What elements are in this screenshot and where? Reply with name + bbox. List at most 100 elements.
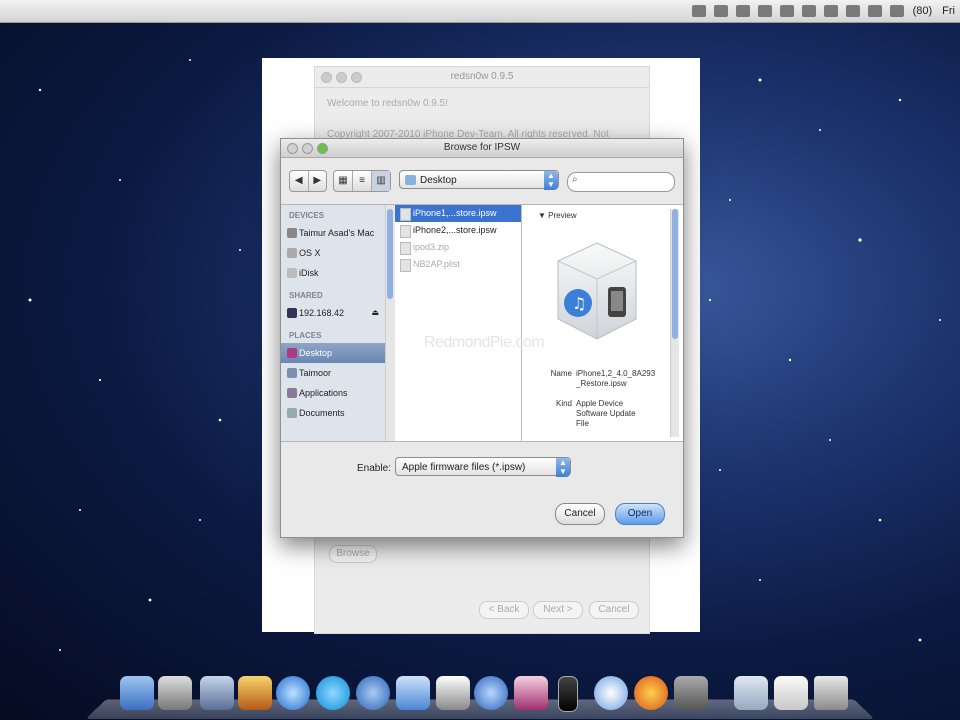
- enable-label: Enable:: [357, 463, 391, 474]
- itunes-icon[interactable]: [276, 676, 310, 710]
- ipsw-file-icon: [400, 225, 411, 238]
- sidebar-item-home[interactable]: Taimoor: [281, 363, 385, 383]
- browse-button[interactable]: Browse: [329, 545, 377, 563]
- sidebar-places-header[interactable]: PLACES: [281, 329, 385, 343]
- home-icon[interactable]: [436, 676, 470, 710]
- list-view-icon[interactable]: ≡: [352, 171, 371, 191]
- dialog-titlebar: Browse for IPSW: [281, 139, 683, 158]
- document-stack-icon[interactable]: [774, 676, 808, 710]
- sidebar-item-idisk[interactable]: iDisk: [281, 263, 385, 283]
- skype-icon[interactable]: [316, 676, 350, 710]
- icon-view-icon[interactable]: ▦: [334, 171, 352, 191]
- browser-panes: DEVICES Taimur Asad's Mac OS X iDisk SHA…: [281, 204, 683, 442]
- file-item: NB2AP.plist: [395, 256, 521, 273]
- volume-icon[interactable]: [867, 5, 882, 17]
- folder-icon: [405, 175, 416, 185]
- battery-status: (80): [912, 5, 933, 17]
- bluetooth-icon[interactable]: [823, 5, 838, 17]
- back-button[interactable]: < Back: [479, 601, 529, 619]
- firefox-icon[interactable]: [634, 676, 668, 710]
- preview-icon[interactable]: [200, 676, 234, 710]
- menu-extra-icon[interactable]: [757, 5, 772, 17]
- menu-bar: (80) Fri: [0, 0, 960, 23]
- column-view-icon[interactable]: ▥: [371, 171, 390, 191]
- photo-icon[interactable]: [238, 676, 272, 710]
- location-popup[interactable]: Desktop ▲ ▼: [399, 170, 559, 190]
- zip-file-icon: [400, 242, 411, 255]
- ipsw-package-icon: ♫: [557, 242, 637, 340]
- plist-file-icon: [400, 259, 411, 272]
- sidebar-scrollbar[interactable]: [385, 205, 394, 441]
- forward-arrow-icon[interactable]: ▶: [307, 171, 327, 191]
- preview-header[interactable]: ▼ Preview: [522, 205, 683, 220]
- zoom-icon[interactable]: [317, 143, 328, 154]
- preview-pane: ▼ Preview ♫ Name iPhone1,2_4.0_8A293_Res…: [522, 205, 683, 441]
- home-icon: [287, 368, 297, 378]
- search-field[interactable]: ⌕: [567, 172, 675, 192]
- preview-kind-label: Kind: [555, 399, 572, 408]
- sidebar-shared-header[interactable]: SHARED: [281, 289, 385, 303]
- redsn0w-title: redsn0w 0.9.5: [315, 67, 649, 88]
- photo-booth-icon[interactable]: [514, 676, 548, 710]
- eject-icon[interactable]: ⏏: [371, 303, 379, 323]
- compass-icon[interactable]: [594, 676, 628, 710]
- redsn0w-traffic-lights: [321, 72, 362, 83]
- back-arrow-icon[interactable]: ◀: [290, 171, 308, 191]
- flag-icon[interactable]: [735, 5, 750, 17]
- sidebar-devices-header[interactable]: DEVICES: [281, 209, 385, 223]
- folder-icon[interactable]: [396, 676, 430, 710]
- cancel-button[interactable]: Cancel: [555, 503, 605, 525]
- idisk-icon: [287, 268, 297, 278]
- view-mode-buttons: ▦ ≡ ▥: [333, 170, 391, 192]
- disk-icon: [287, 248, 297, 258]
- script-icon[interactable]: [779, 5, 794, 17]
- sidebar-item-desktop[interactable]: Desktop: [281, 343, 385, 363]
- finder-util-icon[interactable]: [674, 676, 708, 710]
- sidebar-item-documents[interactable]: Documents: [281, 403, 385, 423]
- redsn0w-welcome: Welcome to redsn0w 0.9.5!: [327, 98, 448, 109]
- preview-name-label: Name: [550, 369, 572, 378]
- svg-text:♫: ♫: [572, 294, 586, 313]
- safari-icon[interactable]: [356, 676, 390, 710]
- file-type-value: Apple firmware files (*.ipsw): [402, 462, 526, 473]
- itunes-app-icon[interactable]: [474, 676, 508, 710]
- dialog-toolbar: ◀ ▶ ▦ ≡ ▥ Desktop ▲ ▼ ⌕: [281, 158, 683, 204]
- menubar-clock[interactable]: Fri: [942, 5, 955, 17]
- battery-icon[interactable]: [889, 5, 904, 17]
- time-machine-icon[interactable]: [801, 5, 816, 17]
- folder-stack-icon[interactable]: [734, 676, 768, 710]
- sidebar-item-computer[interactable]: Taimur Asad's Mac: [281, 223, 385, 243]
- sidebar-item-shared[interactable]: 192.168.42 ⏏: [281, 303, 385, 323]
- file-item[interactable]: iPhone2,...store.ipsw: [395, 222, 521, 239]
- finder-icon[interactable]: [120, 676, 154, 710]
- ipsw-file-icon: [400, 208, 411, 221]
- redsn0w-cancel-button[interactable]: Cancel: [589, 601, 639, 619]
- close-icon[interactable]: [287, 143, 298, 154]
- wifi-icon[interactable]: [845, 5, 860, 17]
- sidebar-item-osx[interactable]: OS X: [281, 243, 385, 263]
- open-button[interactable]: Open: [615, 503, 665, 525]
- computer-icon: [287, 228, 297, 238]
- sync-icon[interactable]: [713, 5, 728, 17]
- dock: [85, 676, 875, 720]
- next-button[interactable]: Next >: [533, 601, 583, 619]
- watermark: RedmondPie.com: [424, 334, 545, 351]
- file-type-popup[interactable]: Apple firmware files (*.ipsw) ▲ ▼: [395, 457, 571, 477]
- trash-icon[interactable]: [814, 676, 848, 710]
- preview-kind-value: Apple Device Software Update File: [576, 399, 636, 428]
- search-icon: ⌕: [572, 174, 578, 185]
- sidebar-item-applications[interactable]: Applications: [281, 383, 385, 403]
- popup-arrows-icon: ▲ ▼: [556, 458, 570, 477]
- preview-scrollbar[interactable]: [670, 209, 679, 437]
- iphone-icon[interactable]: [558, 676, 578, 712]
- minimize-icon[interactable]: [302, 143, 313, 154]
- applications-icon: [287, 388, 297, 398]
- camera-icon[interactable]: [691, 5, 706, 17]
- file-item[interactable]: iPhone1,...store.ipsw: [395, 205, 521, 222]
- dashboard-icon[interactable]: [158, 676, 192, 710]
- dialog-traffic-lights: [287, 143, 328, 154]
- dialog-title: Browse for IPSW: [443, 142, 521, 153]
- file-column: iPhone1,...store.ipsw iPhone2,...store.i…: [395, 205, 522, 441]
- preview-name-value: iPhone1,2_4.0_8A293_Restore.ipsw: [576, 369, 656, 388]
- redsn0w-copyright: Copyright 2007-2010 iPhone Dev-Team. All…: [327, 129, 609, 140]
